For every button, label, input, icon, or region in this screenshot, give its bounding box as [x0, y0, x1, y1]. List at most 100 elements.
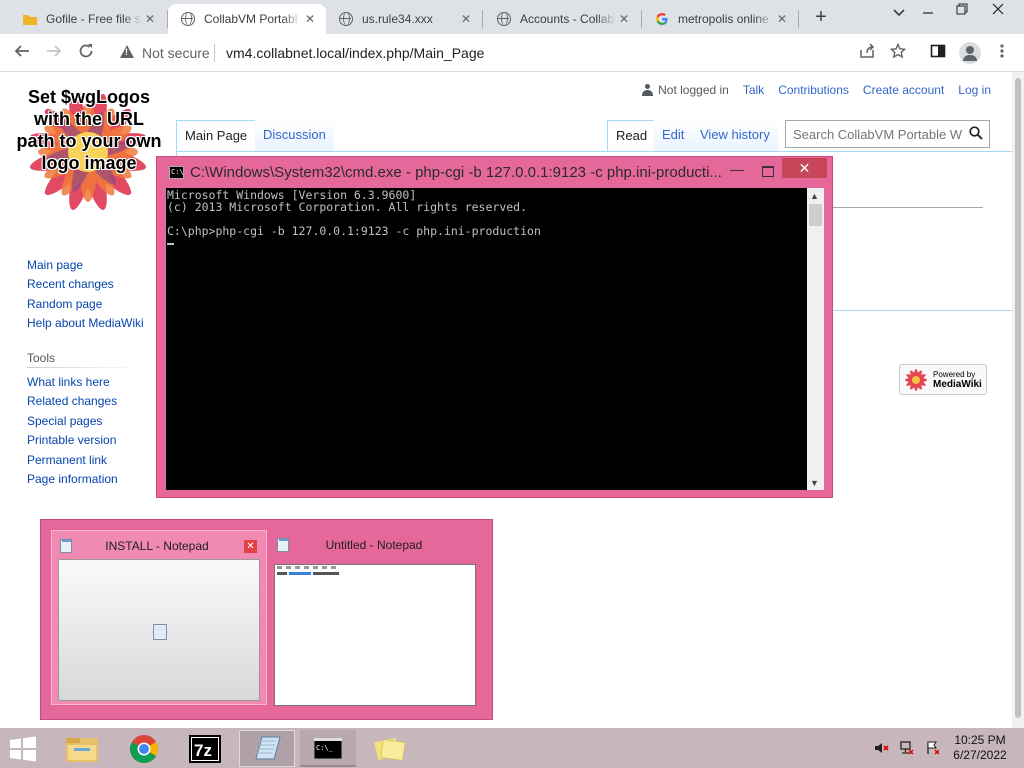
browser-tab-accounts[interactable]: Accounts - Collab ✕ [484, 4, 640, 34]
windows-start-icon[interactable] [8, 736, 38, 762]
wiki-search-input[interactable]: Search CollabVM Portable W [785, 120, 990, 148]
back-button[interactable] [9, 41, 35, 65]
notepad-taskbar-button[interactable] [239, 730, 295, 767]
cmd-icon: C:\ [169, 166, 184, 179]
browser-tab-rule34[interactable]: us.rule34.xxx ✕ [326, 4, 482, 34]
talk-link[interactable]: Talk [743, 83, 764, 97]
tab-label: CollabVM Portabl [204, 12, 298, 26]
logo-text: Set $wgLogos with the URL path to your o… [16, 87, 162, 173]
thumbnail-untitled-notepad[interactable]: Untitled - Notepad [269, 530, 485, 706]
tab-label: Accounts - Collab [520, 12, 615, 26]
tab-edit[interactable]: Edit [654, 120, 693, 152]
scroll-up-icon[interactable]: ▲ [810, 191, 819, 201]
tab-main-page[interactable]: Main Page [176, 120, 257, 152]
chrome-taskbar-button[interactable] [116, 730, 172, 767]
thumbnail-preview[interactable] [274, 564, 476, 706]
svg-text:7z: 7z [194, 741, 212, 760]
close-icon[interactable]: ✕ [616, 11, 632, 27]
bookmark-star-icon[interactable] [888, 42, 908, 63]
browser-tab-collabvm[interactable]: CollabVM Portabl ✕ [168, 4, 326, 34]
notepad-icon [277, 538, 289, 552]
notepad-text-line [277, 572, 339, 575]
mediawiki-flower-icon [905, 369, 927, 391]
nav-help[interactable]: Help about MediaWiki [27, 316, 144, 330]
side-panel-icon[interactable] [928, 43, 948, 63]
chrome-icon [130, 735, 158, 763]
tool-permanent-link[interactable]: Permanent link [27, 453, 107, 467]
new-tab-button[interactable]: + [810, 6, 832, 28]
share-icon[interactable] [857, 43, 877, 63]
tab-read[interactable]: Read [607, 120, 657, 152]
scrollbar-thumb[interactable] [1015, 78, 1021, 718]
forward-button[interactable] [41, 41, 67, 65]
notepad-thumbnail-popup: INSTALL - Notepad ✕ Untitled - Notepad [40, 519, 493, 720]
network-icon[interactable] [898, 740, 916, 756]
nav-recent-changes[interactable]: Recent changes [27, 277, 114, 291]
close-icon[interactable]: ✕ [142, 11, 158, 27]
url-text[interactable]: vm4.collabnet.local/index.php/Main_Page [226, 45, 484, 61]
log-in-link[interactable]: Log in [958, 83, 991, 97]
action-center-flag-icon[interactable] [924, 740, 942, 756]
nav-random-page[interactable]: Random page [27, 297, 102, 311]
create-account-link[interactable]: Create account [863, 83, 944, 97]
tab-view-history[interactable]: View history [692, 120, 778, 152]
browser-tab-metropolis[interactable]: metropolis online ✕ [642, 4, 798, 34]
close-icon[interactable]: ✕ [458, 11, 474, 27]
powered-by-label: Powered by [933, 370, 976, 379]
address-bar[interactable]: Not secure vm4.collabnet.local/index.php… [108, 39, 918, 67]
warning-icon [120, 45, 134, 58]
tab-discussion[interactable]: Discussion [255, 120, 334, 152]
tool-printable-version[interactable]: Printable version [27, 433, 116, 447]
google-icon [654, 11, 670, 27]
scrollbar-thumb[interactable] [809, 204, 822, 226]
system-tray [872, 740, 942, 756]
tab-label: metropolis online [678, 12, 769, 26]
tool-related-changes[interactable]: Related changes [27, 394, 117, 408]
tool-special-pages[interactable]: Special pages [27, 414, 102, 428]
close-icon[interactable]: ✕ [302, 11, 318, 27]
nav-main-page[interactable]: Main page [27, 258, 83, 272]
console-output[interactable]: Microsoft Windows [Version 6.3.9600] (c) … [166, 188, 807, 490]
close-button[interactable]: ✕ [782, 158, 827, 178]
console-scrollbar[interactable]: ▲ ▼ [807, 188, 824, 490]
contributions-link[interactable]: Contributions [778, 83, 849, 97]
tab-label: us.rule34.xxx [362, 12, 433, 26]
7zip-taskbar-button[interactable]: 7z [177, 730, 233, 767]
chevron-down-icon[interactable] [890, 9, 908, 27]
more-menu-icon[interactable] [992, 43, 1012, 63]
console-cursor-line [167, 237, 806, 249]
not-logged-in-label: Not logged in [658, 83, 729, 97]
cmd-taskbar-button[interactable]: C:\_ [300, 730, 356, 767]
reload-button[interactable] [73, 41, 99, 65]
folder-icon [22, 11, 38, 27]
cmd-window-title: C:\Windows\System32\cmd.exe - php-cgi -b… [190, 164, 722, 181]
notepad-icon [60, 539, 72, 553]
maximize-button[interactable] [756, 161, 780, 181]
volume-muted-icon[interactable] [872, 740, 890, 756]
tools-heading: Tools [27, 351, 56, 365]
taskbar-clock[interactable]: 10:25 PM 6/27/2022 [944, 733, 1016, 763]
clock-date: 6/27/2022 [953, 748, 1007, 762]
powered-by-mediawiki-badge[interactable]: Powered by MediaWiki [899, 364, 987, 395]
minimize-button[interactable]: — [725, 161, 749, 181]
file-explorer-taskbar-button[interactable] [54, 730, 110, 767]
security-label[interactable]: Not secure [142, 45, 210, 61]
sticky-notes-taskbar-button[interactable] [362, 730, 418, 767]
browser-tab-gofile[interactable]: Gofile - Free file s ✕ [10, 4, 166, 34]
tool-page-information[interactable]: Page information [27, 472, 118, 486]
7zip-icon: 7z [189, 735, 221, 763]
tool-what-links-here[interactable]: What links here [27, 375, 110, 389]
scroll-down-icon[interactable]: ▼ [810, 478, 819, 488]
page-scrollbar[interactable] [1012, 72, 1024, 728]
profile-avatar-icon[interactable] [959, 42, 981, 64]
close-window-button[interactable] [984, 2, 1012, 22]
close-icon[interactable]: ✕ [774, 11, 790, 27]
thumbnail-preview[interactable] [58, 559, 260, 701]
restore-button[interactable] [948, 2, 976, 22]
thumbnail-install-notepad[interactable]: INSTALL - Notepad ✕ [51, 530, 267, 705]
close-icon[interactable]: ✕ [244, 540, 257, 553]
search-icon[interactable] [969, 126, 983, 140]
cmd-window[interactable]: C:\ C:\Windows\System32\cmd.exe - php-cg… [156, 156, 833, 498]
sticky-notes-icon [374, 737, 406, 761]
minimize-button[interactable] [914, 2, 942, 22]
